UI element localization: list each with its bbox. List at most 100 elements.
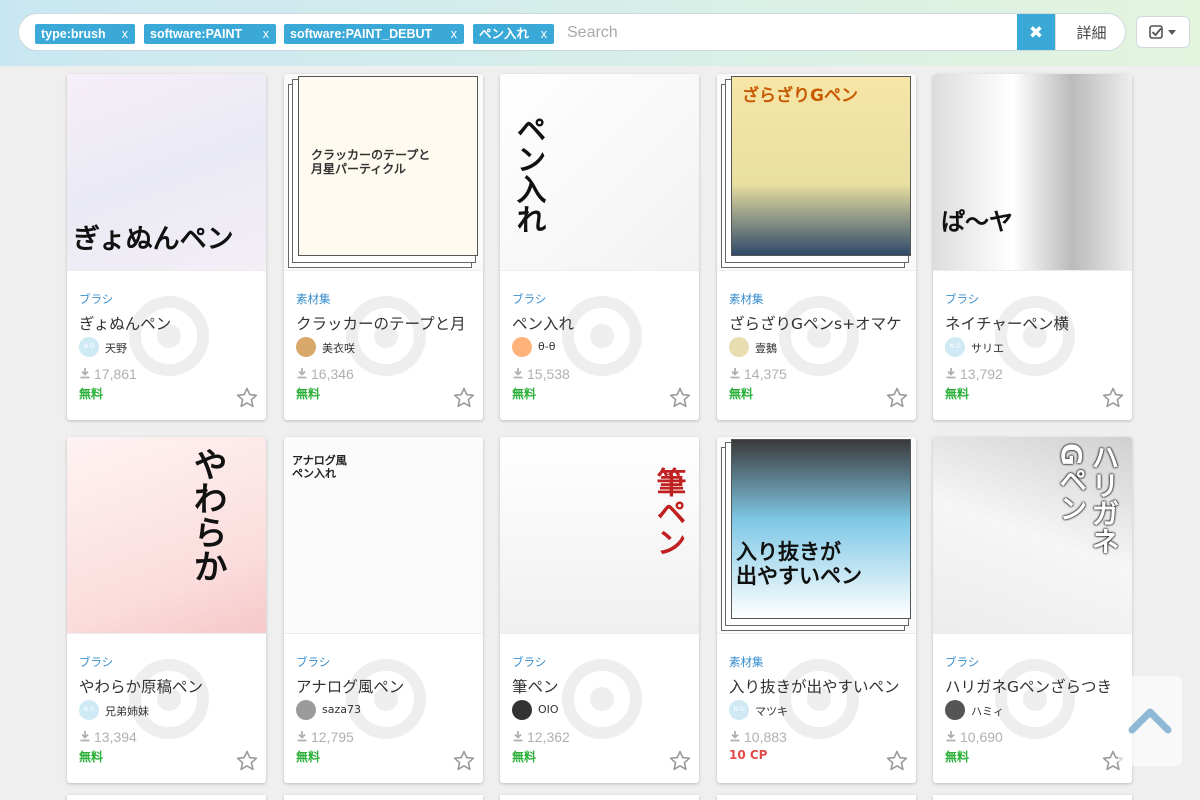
- favorite-star-icon[interactable]: [452, 749, 476, 773]
- author-info[interactable]: ハミィ: [945, 700, 1125, 720]
- scroll-to-top-button[interactable]: [1118, 676, 1182, 766]
- author-name[interactable]: saza73: [322, 703, 361, 716]
- material-card[interactable]: [933, 795, 1132, 800]
- thumbnail-image[interactable]: アナログ風 ペン入れ: [284, 437, 483, 634]
- favorite-star-icon[interactable]: [1101, 386, 1125, 410]
- material-card[interactable]: クラッカーのテープと 月星パーティクル 素材集 クラッカーのテープと月 美衣咲 …: [284, 74, 483, 420]
- avatar: N O: [945, 337, 965, 357]
- avatar: N O: [729, 700, 749, 720]
- material-title[interactable]: ハリガネGペンざらつき: [945, 675, 1125, 697]
- author-name[interactable]: θ-θ: [538, 340, 555, 353]
- author-info[interactable]: θ-θ: [512, 337, 692, 357]
- material-card[interactable]: ぎょぬんペン ブラシ ぎょぬんペン N O 天野 17,861 無料: [67, 74, 266, 420]
- material-card[interactable]: [500, 795, 699, 800]
- material-card[interactable]: [717, 795, 916, 800]
- thumbnail-image[interactable]: クラッカーのテープと 月星パーティクル: [284, 74, 483, 271]
- clip-logo-watermark: [779, 659, 859, 739]
- thumbnail-image[interactable]: ハリガネ Gペン: [933, 437, 1132, 634]
- author-info[interactable]: saza73: [296, 700, 476, 720]
- filter-tag: ペン入れ x: [473, 24, 554, 44]
- material-title[interactable]: 筆ペン: [512, 675, 692, 697]
- author-info[interactable]: 美衣咲: [296, 337, 476, 357]
- material-card[interactable]: [67, 795, 266, 800]
- download-count-value: 10,883: [744, 729, 787, 745]
- author-name[interactable]: ハミィ: [971, 703, 1004, 719]
- material-title[interactable]: 入り抜きが出やすいペン: [729, 675, 909, 697]
- thumbnail-image[interactable]: 入り抜きが 出やすいペン: [717, 437, 916, 634]
- filter-tag: type:brush x: [35, 24, 135, 44]
- thumbnail-image[interactable]: ぎょぬんペン: [67, 74, 266, 271]
- thumbnail-art: やわらか: [67, 437, 266, 633]
- favorite-star-icon[interactable]: [885, 386, 909, 410]
- thumbnail-image[interactable]: 筆ペン: [500, 437, 699, 634]
- remove-tag-button[interactable]: x: [122, 24, 128, 44]
- author-name[interactable]: 兄弟姉妹: [105, 703, 149, 719]
- search-input[interactable]: [567, 20, 1007, 46]
- avatar: N O: [79, 337, 99, 357]
- thumbnail-image[interactable]: ざらざりGペン: [717, 74, 916, 271]
- author-info[interactable]: N O サリエ: [945, 337, 1125, 357]
- thumbnail-art: ぎょぬんペン: [67, 74, 266, 270]
- material-title[interactable]: クラッカーのテープと月: [296, 312, 476, 334]
- author-name[interactable]: マツキ: [755, 703, 788, 719]
- favorite-star-icon[interactable]: [885, 749, 909, 773]
- material-title[interactable]: ざらざりGペンs+オマケ: [729, 312, 909, 334]
- material-card[interactable]: ぱ〜ヤ ブラシ ネイチャーペン横 N O サリエ 13,792 無料: [933, 74, 1132, 420]
- category-label: 素材集: [296, 292, 331, 306]
- thumbnail-image[interactable]: やわらか: [67, 437, 266, 634]
- author-info[interactable]: N O マツキ: [729, 700, 909, 720]
- material-card[interactable]: [284, 795, 483, 800]
- author-name[interactable]: 天野: [105, 340, 127, 356]
- thumbnail-art: ペン入れ: [500, 74, 699, 270]
- category-label: 素材集: [729, 655, 764, 669]
- author-name[interactable]: 壹鵝: [755, 340, 777, 356]
- author-info[interactable]: N O 兄弟姉妹: [79, 700, 259, 720]
- category-label: ブラシ: [945, 655, 980, 669]
- favorite-star-icon[interactable]: [452, 386, 476, 410]
- remove-tag-button[interactable]: x: [263, 24, 269, 44]
- view-options-dropdown[interactable]: [1136, 16, 1190, 48]
- price-label: 無料: [79, 387, 104, 401]
- download-icon: [730, 731, 740, 742]
- material-title[interactable]: ぎょぬんペン: [79, 312, 259, 334]
- author-name[interactable]: 美衣咲: [322, 340, 355, 356]
- thumbnail-text: ぎょぬんペン: [73, 224, 234, 255]
- author-info[interactable]: N O 天野: [79, 337, 259, 357]
- thumbnail-image[interactable]: ペン入れ: [500, 74, 699, 271]
- favorite-star-icon[interactable]: [235, 386, 259, 410]
- avatar: [729, 337, 749, 357]
- author-name[interactable]: OIO: [538, 703, 559, 716]
- material-title[interactable]: ネイチャーペン横: [945, 312, 1125, 334]
- favorite-star-icon[interactable]: [668, 386, 692, 410]
- material-card[interactable]: 筆ペン ブラシ 筆ペン OIO 12,362 無料: [500, 437, 699, 783]
- remove-tag-button[interactable]: x: [451, 24, 457, 44]
- favorite-star-icon[interactable]: [235, 749, 259, 773]
- material-card[interactable]: 入り抜きが 出やすいペン 素材集 入り抜きが出やすいペン N O マツキ 10,…: [717, 437, 916, 783]
- material-card[interactable]: アナログ風 ペン入れ ブラシ アナログ風ペン saza73 12,795 無料: [284, 437, 483, 783]
- author-info[interactable]: OIO: [512, 700, 692, 720]
- material-card[interactable]: ペン入れ ブラシ ペン入れ θ-θ 15,538 無料: [500, 74, 699, 420]
- author-info[interactable]: 壹鵝: [729, 337, 909, 357]
- thumbnail-text: クラッカーのテープと 月星パーティクル: [311, 148, 431, 176]
- download-icon: [513, 731, 523, 742]
- material-title[interactable]: ペン入れ: [512, 312, 692, 334]
- thumbnail-text: ざらざりGペン: [742, 86, 858, 106]
- clear-search-button[interactable]: ✖: [1017, 14, 1055, 50]
- author-name[interactable]: サリエ: [971, 340, 1004, 356]
- material-card[interactable]: ざらざりGペン 素材集 ざらざりGペンs+オマケ 壹鵝 14,375 無料: [717, 74, 916, 420]
- detail-search-button[interactable]: 詳細: [1055, 14, 1125, 50]
- material-card[interactable]: やわらか ブラシ やわらか原稿ペン N O 兄弟姉妹 13,394 無料: [67, 437, 266, 783]
- favorite-star-icon[interactable]: [668, 749, 692, 773]
- download-icon: [297, 368, 307, 379]
- category-label: ブラシ: [79, 292, 114, 306]
- material-title[interactable]: やわらか原稿ペン: [79, 675, 259, 697]
- top-bar: type:brush x software:PAINT x software:P…: [0, 0, 1200, 66]
- thumbnail-image[interactable]: ぱ〜ヤ: [933, 74, 1132, 271]
- filter-tag-label: software:PAINT_DEBUT: [290, 27, 433, 41]
- download-count-value: 17,861: [94, 366, 137, 382]
- material-card[interactable]: ハリガネ Gペン ブラシ ハリガネGペンざらつき ハミィ 10,690 無料: [933, 437, 1132, 783]
- clip-logo-watermark: [346, 659, 426, 739]
- filter-tag: software:PAINT_DEBUT x: [284, 24, 464, 44]
- material-title[interactable]: アナログ風ペン: [296, 675, 476, 697]
- remove-tag-button[interactable]: x: [541, 24, 547, 44]
